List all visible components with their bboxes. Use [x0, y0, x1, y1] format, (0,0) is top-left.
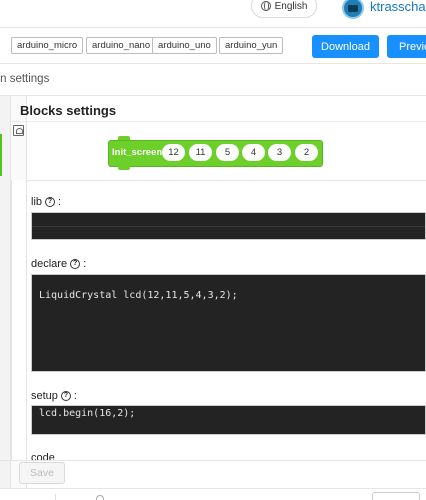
language-selector[interactable]: English	[251, 0, 317, 18]
blocks-settings-title: Blocks settings	[20, 103, 117, 118]
setup-label-text: setup	[31, 390, 58, 402]
bottom-divider	[55, 494, 56, 500]
help-icon[interactable]: ?	[70, 259, 81, 269]
board-tag[interactable]: arduino_nano	[86, 37, 157, 54]
code-label-text: code	[31, 452, 55, 460]
declare-label-text: declare	[31, 258, 68, 270]
lib-label-text: lib	[31, 196, 43, 208]
setup-code: lcd.begin(16,2);	[39, 408, 136, 419]
block-param[interactable]: 2	[295, 144, 318, 161]
colon: :	[58, 196, 62, 208]
block-param[interactable]: 12	[162, 144, 185, 161]
section-title: Extension settings	[0, 73, 50, 85]
block-label: Init_screen	[112, 147, 163, 158]
download-button[interactable]: Download	[312, 35, 379, 58]
bottom-bar	[0, 488, 426, 500]
code-label: code	[31, 452, 55, 460]
globe-icon	[260, 1, 271, 11]
editor-line	[32, 226, 425, 227]
clipboard-icon[interactable]	[13, 125, 24, 136]
bottom-icon[interactable]	[96, 495, 104, 500]
language-label: English	[274, 0, 308, 12]
board-tag[interactable]: arduino_yun	[219, 37, 284, 54]
avatar-image	[348, 4, 358, 12]
active-indicator	[0, 134, 2, 176]
block-param[interactable]: 11	[189, 144, 212, 161]
username-link[interactable]: ktrasschaert	[370, 0, 426, 14]
declare-label: declare ? :	[31, 258, 86, 270]
setup-label: setup ? :	[31, 390, 77, 402]
divider	[0, 460, 426, 461]
boards-toolbar: x arduino_micro arduino_nano arduino_uno…	[0, 27, 426, 64]
help-icon[interactable]: ?	[45, 197, 56, 207]
help-icon[interactable]: ?	[60, 391, 71, 401]
extension-editor-page: English ktrasschaert x arduino_micro ard…	[0, 0, 426, 500]
block-bottom-notch	[118, 166, 130, 170]
setup-editor[interactable]: lcd.begin(16,2);	[31, 405, 426, 435]
lib-editor[interactable]	[31, 212, 426, 240]
board-tag[interactable]: arduino_uno	[152, 37, 217, 54]
preview-button[interactable]: Preview	[387, 35, 426, 58]
colon: :	[83, 258, 87, 270]
block-param[interactable]: 4	[242, 144, 265, 161]
colon: :	[73, 390, 77, 402]
declare-code: LiquidCrystal lcd(12,11,5,4,3,2);	[39, 290, 238, 301]
declare-editor[interactable]: LiquidCrystal lcd(12,11,5,4,3,2);	[31, 274, 426, 372]
block-param[interactable]: 5	[216, 144, 239, 161]
bottom-button[interactable]	[372, 492, 420, 500]
lib-label: lib ? :	[31, 196, 61, 208]
form-rail	[11, 180, 27, 460]
board-tag[interactable]: arduino_micro	[11, 37, 84, 54]
save-button[interactable]: Save	[19, 462, 65, 484]
block-param[interactable]: 3	[268, 144, 291, 161]
divider	[0, 95, 426, 96]
